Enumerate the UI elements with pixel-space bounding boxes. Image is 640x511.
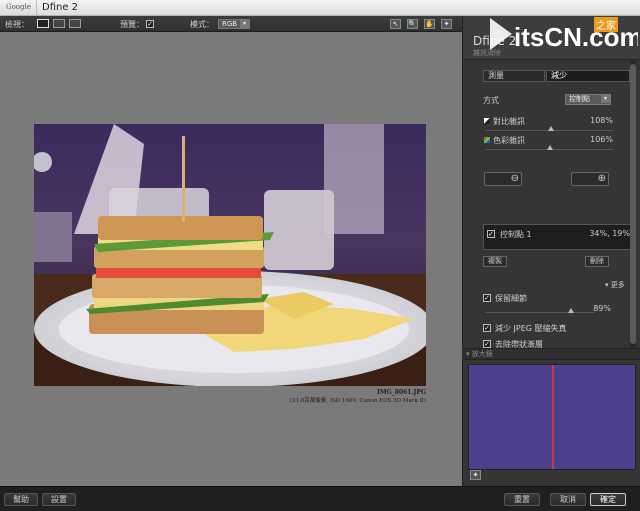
preview-checkbox[interactable]: ✓ xyxy=(146,20,154,28)
watermark-sub: 之家 xyxy=(594,17,618,32)
mode-value: RGB xyxy=(222,20,238,28)
loupe-view[interactable] xyxy=(468,364,636,470)
svg-text:itsCN.com: itsCN.com xyxy=(514,22,638,52)
view-label: 檢視： xyxy=(5,20,29,29)
preserve-detail-slider[interactable] xyxy=(485,312,595,313)
titlebar-divider xyxy=(36,0,37,16)
chevron-down-icon: ▾ xyxy=(240,20,249,28)
zoom-tool-icon[interactable]: 🔍 xyxy=(407,19,418,29)
cancel-button[interactable]: 取消 xyxy=(550,493,586,506)
single-view-button[interactable] xyxy=(37,19,49,28)
color-noise-slider-thumb[interactable] xyxy=(547,145,553,150)
loupe-header[interactable]: ▾ 放大鏡 xyxy=(462,348,640,360)
image-filename: IMG_8061.JPG xyxy=(377,389,426,396)
preview-label: 預覽： xyxy=(120,20,144,29)
scrollbar-thumb[interactable] xyxy=(630,64,636,344)
hand-tool-icon[interactable]: ✋ xyxy=(424,19,435,29)
copy-button[interactable]: 複製 xyxy=(483,256,507,267)
mode-tabs: 測量 減少 xyxy=(483,70,630,82)
mode-label: 模式： xyxy=(190,20,214,29)
control-point-list: ✓ 控制點 1 34%, 19% xyxy=(483,224,633,250)
reset-button[interactable]: 重置 xyxy=(504,493,540,506)
color-noise-value: 106% xyxy=(590,135,613,144)
ok-button[interactable]: 確定 xyxy=(590,493,626,506)
preserve-detail-label: 保留細節 xyxy=(495,294,527,303)
control-point-checkbox[interactable]: ✓ xyxy=(487,230,495,238)
control-point-minus-button[interactable]: ⊖ xyxy=(484,172,522,186)
control-point-plus-button[interactable]: ⊕ xyxy=(571,172,609,186)
window-title: Dfine 2 xyxy=(42,2,79,13)
chevron-down-icon: ▾ xyxy=(601,95,610,103)
preserve-detail-value: 89% xyxy=(593,304,611,313)
contrast-noise-slider-thumb[interactable] xyxy=(548,126,554,131)
loupe-pin-icon[interactable]: ✦ xyxy=(470,470,481,480)
loupe-split-line xyxy=(552,365,554,469)
plus-icon: ⊕ xyxy=(597,173,606,184)
control-point-label: 控制點 1 xyxy=(500,230,532,239)
contrast-noise-icon xyxy=(484,118,490,124)
image-metadata: (21.0百萬像素, ISO 1600, Canon EOS 5D Mark I… xyxy=(289,398,426,404)
side-by-side-view-button[interactable] xyxy=(69,19,81,28)
preview-toolbar: 檢視： 預覽： ✓ 模式： RGB ▾ ↖ 🔍 ✋ ✦ xyxy=(0,16,462,32)
pointer-tool-icon[interactable]: ↖ xyxy=(390,19,401,29)
split-view-button[interactable] xyxy=(53,19,65,28)
jpeg-artifact-label: 減少 JPEG 壓縮失真 xyxy=(495,324,567,333)
debanding-checkbox[interactable]: ✓ xyxy=(483,340,491,348)
mode-dropdown[interactable]: RGB ▾ xyxy=(218,19,250,29)
method-label: 方式 xyxy=(483,96,499,105)
site-watermark: itsCN.com 之家 xyxy=(490,12,640,56)
method-value: 控制點 xyxy=(569,95,590,103)
image-caption: IMG_8061.JPG (21.0百萬像素, ISO 1600, Canon … xyxy=(220,389,426,404)
preview-photo[interactable] xyxy=(34,124,426,386)
panel-scrollbar[interactable] xyxy=(630,60,636,350)
help-button[interactable]: 幫助 xyxy=(4,493,38,506)
color-noise-label: 色彩雜訊 xyxy=(493,136,525,145)
measure-tool-icon[interactable]: ✦ xyxy=(441,19,452,29)
contrast-noise-label: 對比雜訊 xyxy=(493,117,525,126)
color-noise-icon xyxy=(484,137,490,143)
control-point-values: 34%, 19% xyxy=(589,229,630,238)
minus-icon: ⊖ xyxy=(510,173,519,184)
more-link[interactable]: ▾ 更多 xyxy=(605,280,625,290)
preserve-detail-slider-thumb[interactable] xyxy=(568,308,574,313)
tab-measure[interactable]: 測量 xyxy=(483,70,545,82)
method-dropdown[interactable]: 控制點 ▾ xyxy=(565,94,611,105)
jpeg-artifact-checkbox[interactable]: ✓ xyxy=(483,324,491,332)
settings-button[interactable]: 設置 xyxy=(42,493,76,506)
sandwich-photo-illustration xyxy=(34,124,426,386)
delete-button[interactable]: 刪除 xyxy=(585,256,609,267)
tab-reduce[interactable]: 減少 xyxy=(546,70,630,82)
footer-bar: 幫助 設置 重置 取消 確定 xyxy=(0,486,640,511)
preserve-detail-checkbox[interactable]: ✓ xyxy=(483,294,491,302)
contrast-noise-value: 108% xyxy=(590,116,613,125)
brand-label: Google xyxy=(6,3,31,11)
